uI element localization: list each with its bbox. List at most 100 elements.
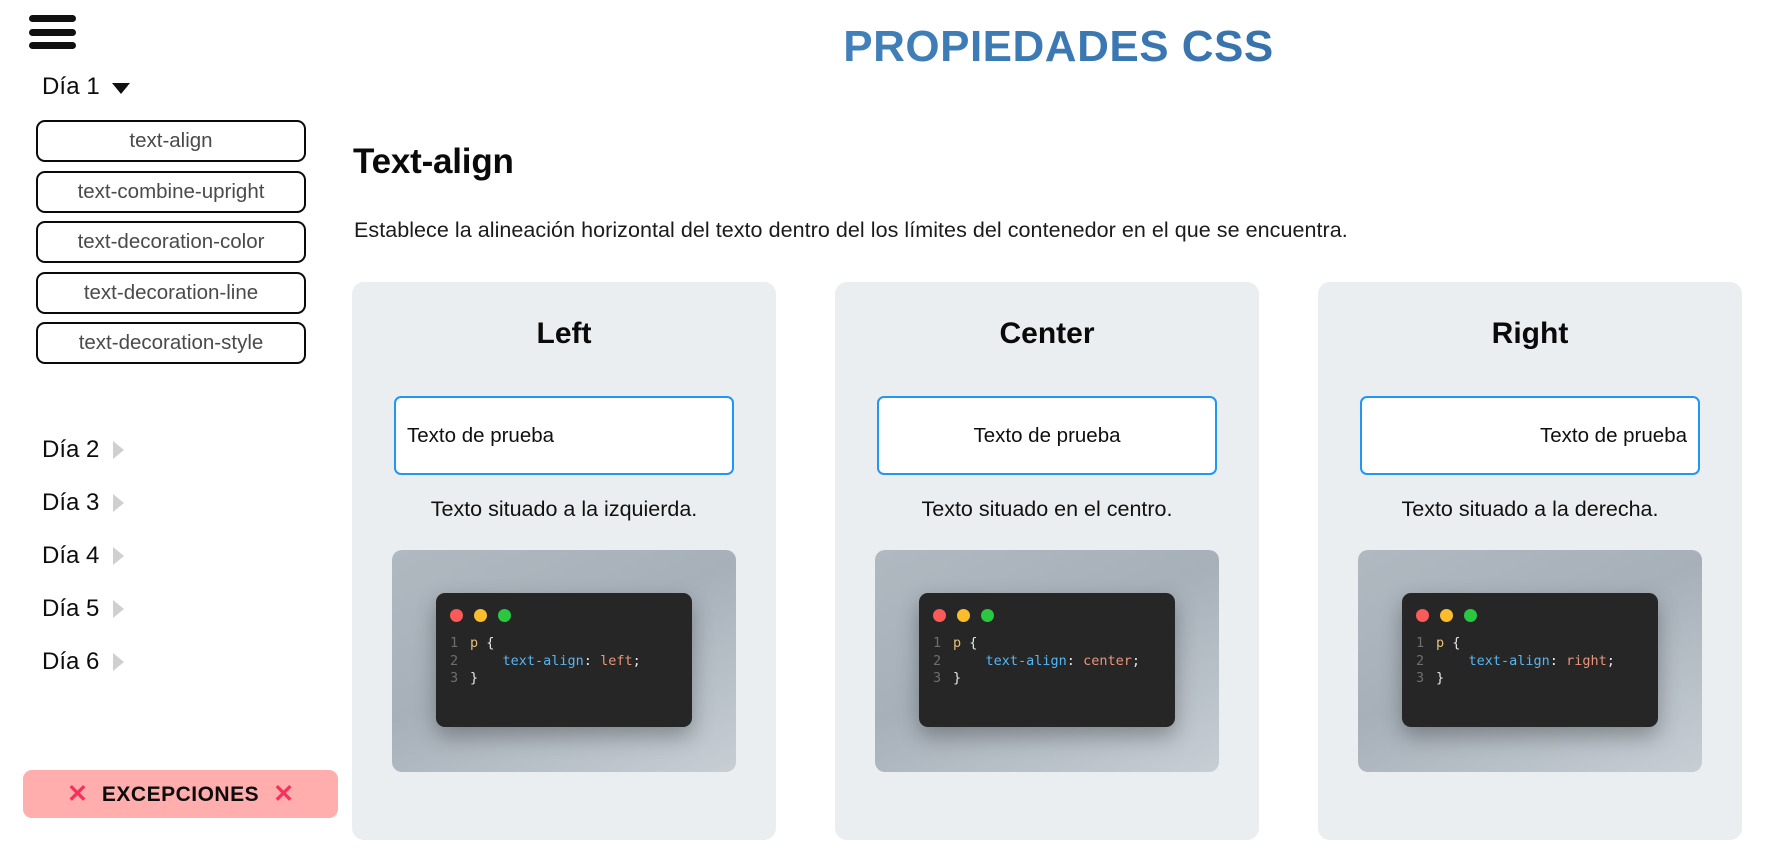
sidebar-day-label: Día 6 xyxy=(42,648,100,675)
hamburger-bar xyxy=(29,28,76,36)
code-semicolon: ; xyxy=(1606,652,1615,669)
code-selector: p xyxy=(470,635,479,651)
code-close-brace: } xyxy=(1436,670,1445,686)
line-number: 2 xyxy=(1416,652,1425,669)
chevron-right-icon xyxy=(113,653,125,671)
sidebar-day-label: Día 4 xyxy=(42,542,100,569)
chevron-right-icon xyxy=(113,441,125,459)
code-close-brace: } xyxy=(953,670,962,686)
line-number: 3 xyxy=(1416,670,1425,686)
code-open-brace: { xyxy=(961,635,978,651)
close-dot-icon xyxy=(1416,609,1429,622)
line-number: 2 xyxy=(933,652,942,669)
main-content: Text-align Establece la alineación horiz… xyxy=(352,110,1765,857)
code-line-2: 2 text-align: right; xyxy=(1416,653,1644,671)
sidebar-item-dia-5[interactable]: Día 5 xyxy=(42,597,292,621)
close-dot-icon xyxy=(450,609,463,622)
sidebar-day-label: Día 3 xyxy=(42,489,100,516)
sidebar-item-text-decoration-color[interactable]: text-decoration-color xyxy=(36,221,306,263)
section-title: Text-align xyxy=(353,142,514,181)
exceptions-button-label: EXCEPCIONES xyxy=(101,782,260,806)
code-window: 1p { 2 text-align: right; 3} xyxy=(1402,593,1658,727)
code-colon: : xyxy=(583,652,601,669)
demo-box-center[interactable]: Texto de prueba xyxy=(877,396,1217,475)
demo-box-right[interactable]: Texto de prueba xyxy=(1360,396,1700,475)
chevron-right-icon xyxy=(113,494,125,512)
code-illustration-frame: 1p { 2 text-align: left; 3} xyxy=(392,550,736,772)
demo-card-caption: Texto situado en el centro. xyxy=(921,497,1173,521)
chevron-right-icon xyxy=(113,600,125,618)
exceptions-button[interactable]: ✕ EXCEPCIONES ✕ xyxy=(23,770,338,818)
minimize-dot-icon xyxy=(1440,609,1453,622)
chevron-right-icon xyxy=(113,547,125,565)
demo-box-text: Texto de prueba xyxy=(407,423,555,447)
x-icon: ✕ xyxy=(273,779,295,808)
sidebar-day-label: Día 5 xyxy=(42,595,100,622)
code-open-brace: { xyxy=(478,635,495,651)
sidebar-day-label: Día 2 xyxy=(42,436,100,463)
sidebar-item-dia-6[interactable]: Día 6 xyxy=(42,650,292,674)
hamburger-icon[interactable] xyxy=(29,13,76,51)
line-number: 3 xyxy=(933,670,942,686)
sidebar-day-list: Día 2 Día 3 Día 4 Día 5 Día 6 xyxy=(42,438,292,674)
demo-card-title: Left xyxy=(536,317,592,350)
code-window: 1p { 2 text-align: center; 3} xyxy=(919,593,1175,727)
sidebar-item-dia-3[interactable]: Día 3 xyxy=(42,491,292,515)
demo-card-center: Center Texto de prueba Texto situado en … xyxy=(835,282,1259,840)
demo-box-text: Texto de prueba xyxy=(973,423,1121,447)
demo-card-caption: Texto situado a la derecha. xyxy=(1401,497,1659,521)
code-illustration-frame: 1p { 2 text-align: center; 3} xyxy=(875,550,1219,772)
code-block: 1p { 2 text-align: center; 3} xyxy=(933,635,1161,688)
code-line-1: 1p { xyxy=(450,635,678,653)
sidebar-item-text-decoration-style[interactable]: text-decoration-style xyxy=(36,322,306,364)
sidebar-item-text-combine-upright[interactable]: text-combine-upright xyxy=(36,170,306,213)
x-icon: ✕ xyxy=(66,779,88,808)
page-title: PROPIEDADES CSS xyxy=(352,22,1765,72)
demo-card-title: Right xyxy=(1491,317,1569,350)
demo-cards-container: Left Texto de prueba Texto situado a la … xyxy=(352,282,1765,840)
code-value: center xyxy=(1083,652,1132,669)
line-number: 1 xyxy=(1416,635,1425,651)
code-value: right xyxy=(1566,652,1607,669)
code-colon: : xyxy=(1549,652,1567,669)
demo-card-title: Center xyxy=(999,317,1095,350)
code-line-1: 1p { xyxy=(933,635,1161,653)
minimize-dot-icon xyxy=(957,609,970,622)
sidebar-item-text-align[interactable]: text-align xyxy=(36,120,306,162)
code-colon: : xyxy=(1066,652,1084,669)
sidebar-item-dia-4[interactable]: Día 4 xyxy=(42,544,292,568)
code-open-brace: { xyxy=(1444,635,1461,651)
sidebar-item-text-decoration-line[interactable]: text-decoration-line xyxy=(36,271,306,314)
code-value: left xyxy=(600,652,633,669)
code-property: text-align xyxy=(985,652,1067,669)
code-line-2: 2 text-align: left; xyxy=(450,653,678,671)
sidebar-item-dia-2[interactable]: Día 2 xyxy=(42,438,292,462)
code-semicolon: ; xyxy=(632,652,641,669)
line-number: 1 xyxy=(933,635,942,651)
minimize-dot-icon xyxy=(474,609,487,622)
demo-card-right: Right Texto de prueba Texto situado a la… xyxy=(1318,282,1742,840)
sidebar-day-1-label: Día 1 xyxy=(42,73,100,100)
sidebar-day-1-header[interactable]: Día 1 xyxy=(42,75,130,99)
app-root: Día 1 text-align text-combine-upright te… xyxy=(0,0,1765,857)
code-close-brace: } xyxy=(470,670,479,686)
sidebar-property-list: text-align text-combine-upright text-dec… xyxy=(36,120,306,364)
sidebar: Día 1 text-align text-combine-upright te… xyxy=(0,0,352,857)
code-block: 1p { 2 text-align: left; 3} xyxy=(450,635,678,688)
line-number: 3 xyxy=(450,670,459,686)
window-traffic-lights xyxy=(450,609,678,622)
demo-box-left[interactable]: Texto de prueba xyxy=(394,396,734,475)
code-selector: p xyxy=(1436,635,1445,651)
code-semicolon: ; xyxy=(1131,652,1140,669)
code-line-2: 2 text-align: center; xyxy=(933,653,1161,671)
close-dot-icon xyxy=(933,609,946,622)
code-property: text-align xyxy=(502,652,584,669)
demo-card-caption: Texto situado a la izquierda. xyxy=(430,497,698,521)
window-traffic-lights xyxy=(1416,609,1644,622)
code-illustration-frame: 1p { 2 text-align: right; 3} xyxy=(1358,550,1702,772)
demo-card-left: Left Texto de prueba Texto situado a la … xyxy=(352,282,776,840)
code-line-3: 3} xyxy=(933,670,1161,688)
code-block: 1p { 2 text-align: right; 3} xyxy=(1416,635,1644,688)
maximize-dot-icon xyxy=(981,609,994,622)
maximize-dot-icon xyxy=(1464,609,1477,622)
